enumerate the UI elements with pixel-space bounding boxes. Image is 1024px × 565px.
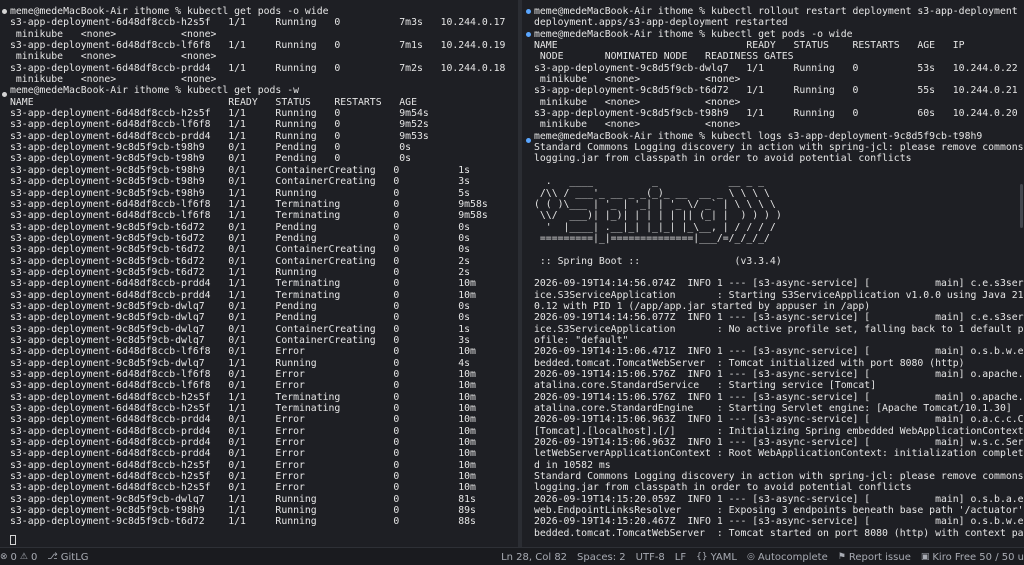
right-terminal-pane[interactable]: meme@medeMacBook-Air ithome % kubectl ro… bbox=[522, 0, 1024, 547]
problems-indicator[interactable]: ⊗ 0 ⚠ 0 bbox=[0, 552, 37, 563]
copilot-icon: ◎ bbox=[746, 552, 755, 562]
line-ending-setting[interactable]: LF bbox=[675, 552, 686, 563]
left-terminal-output[interactable]: meme@medeMacBook-Air ithome % kubectl ge… bbox=[0, 0, 518, 528]
git-icon: ⎇ bbox=[47, 552, 58, 562]
autocomplete-toggle[interactable]: ◎ Autocomplete bbox=[747, 552, 828, 563]
kiro-account[interactable]: ▣ Kiro Free 50 / 50 u bbox=[921, 552, 1024, 563]
account-icon: ▣ bbox=[920, 552, 930, 562]
braces-icon: {} bbox=[696, 552, 708, 562]
prompt-marker-icon bbox=[2, 9, 7, 14]
cursor-position[interactable]: Ln 28, Col 82 bbox=[501, 552, 567, 563]
report-issue-button[interactable]: ⚑ Report issue bbox=[838, 552, 911, 563]
right-terminal-output[interactable]: meme@medeMacBook-Air ithome % kubectl ro… bbox=[522, 0, 1024, 539]
terminal-cursor bbox=[10, 535, 16, 545]
feedback-icon: ⚑ bbox=[837, 552, 846, 562]
indentation-setting[interactable]: Spaces: 2 bbox=[577, 552, 626, 563]
prompt-marker-icon bbox=[526, 138, 531, 143]
prompt-marker-icon bbox=[526, 32, 531, 37]
encoding-setting[interactable]: UTF-8 bbox=[636, 552, 665, 563]
warning-icon: ⚠ bbox=[19, 552, 28, 562]
terminal-scrollbar[interactable] bbox=[1020, 184, 1023, 228]
status-bar: ⊗ 0 ⚠ 0 ⎇ GitLG Ln 28, Col 82 Spaces: 2 … bbox=[0, 547, 1024, 565]
language-mode[interactable]: {} YAML bbox=[696, 552, 737, 563]
gitlg-button[interactable]: ⎇ GitLG bbox=[47, 552, 88, 563]
error-icon: ⊗ bbox=[0, 552, 8, 562]
prompt-marker-icon bbox=[526, 9, 531, 14]
left-terminal-pane[interactable]: meme@medeMacBook-Air ithome % kubectl ge… bbox=[0, 0, 518, 547]
prompt-marker-icon bbox=[2, 92, 7, 97]
